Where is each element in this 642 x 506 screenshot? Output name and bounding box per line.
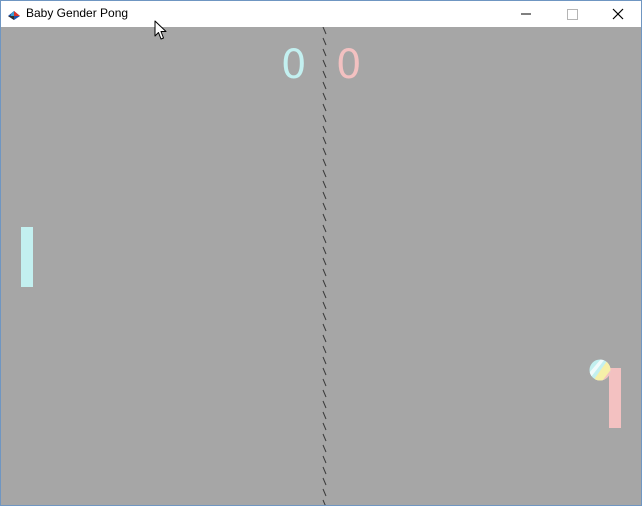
net-dash bbox=[322, 422, 327, 431]
net-dash bbox=[322, 268, 327, 277]
net-dash bbox=[322, 466, 327, 475]
left-paddle bbox=[21, 227, 33, 287]
right-score: 0 bbox=[336, 42, 362, 88]
mouse-cursor-icon bbox=[154, 20, 167, 40]
net-dash bbox=[322, 488, 327, 497]
net-dash bbox=[322, 312, 327, 321]
window-title: Baby Gender Pong bbox=[26, 6, 129, 20]
net-dash bbox=[322, 499, 326, 505]
maximize-button[interactable] bbox=[549, 1, 595, 27]
net-dash bbox=[322, 411, 327, 420]
close-button[interactable] bbox=[595, 1, 641, 27]
net-dash bbox=[322, 389, 327, 398]
net-dash bbox=[322, 323, 327, 332]
net-dash bbox=[322, 147, 327, 156]
net-dash bbox=[322, 27, 327, 35]
net-dash bbox=[322, 125, 327, 134]
net-dash bbox=[322, 202, 327, 211]
net-dash bbox=[322, 169, 327, 178]
net-dash bbox=[322, 213, 327, 222]
net-dash bbox=[322, 433, 327, 442]
maximize-icon bbox=[567, 9, 578, 20]
close-icon bbox=[612, 8, 624, 20]
minimize-icon bbox=[521, 13, 531, 15]
net-dash bbox=[322, 367, 327, 376]
net-dash bbox=[322, 334, 327, 343]
net-dash bbox=[322, 301, 327, 310]
net-dash bbox=[322, 81, 327, 90]
ball bbox=[589, 359, 611, 381]
net-dash bbox=[322, 257, 327, 266]
net-dash bbox=[322, 279, 327, 288]
net-dash bbox=[322, 444, 327, 453]
net-dash bbox=[322, 136, 327, 145]
game-field[interactable]: 0 0 bbox=[1, 27, 641, 505]
net-dash bbox=[322, 400, 327, 409]
net-dash bbox=[322, 290, 327, 299]
net-dash bbox=[322, 180, 327, 189]
net-dash bbox=[322, 345, 327, 354]
net-dash bbox=[322, 59, 327, 68]
left-score: 0 bbox=[281, 42, 307, 88]
net-dash bbox=[322, 48, 327, 57]
minimize-button[interactable] bbox=[503, 1, 549, 27]
net-dash bbox=[322, 378, 327, 387]
title-bar[interactable]: Baby Gender Pong bbox=[1, 1, 641, 27]
net-dash bbox=[322, 158, 327, 167]
center-net bbox=[322, 27, 327, 505]
net-dash bbox=[322, 455, 327, 464]
net-dash bbox=[322, 103, 327, 112]
net-dash bbox=[322, 37, 327, 46]
net-dash bbox=[322, 191, 327, 200]
net-dash bbox=[322, 92, 327, 101]
net-dash bbox=[322, 70, 327, 79]
net-dash bbox=[322, 356, 327, 365]
net-dash bbox=[322, 477, 327, 486]
net-dash bbox=[322, 246, 327, 255]
net-dash bbox=[322, 114, 327, 123]
game-window: Baby Gender Pong 0 0 bbox=[0, 0, 642, 506]
net-dash bbox=[322, 224, 327, 233]
net-dash bbox=[322, 235, 327, 244]
pong-app-icon bbox=[7, 8, 21, 20]
